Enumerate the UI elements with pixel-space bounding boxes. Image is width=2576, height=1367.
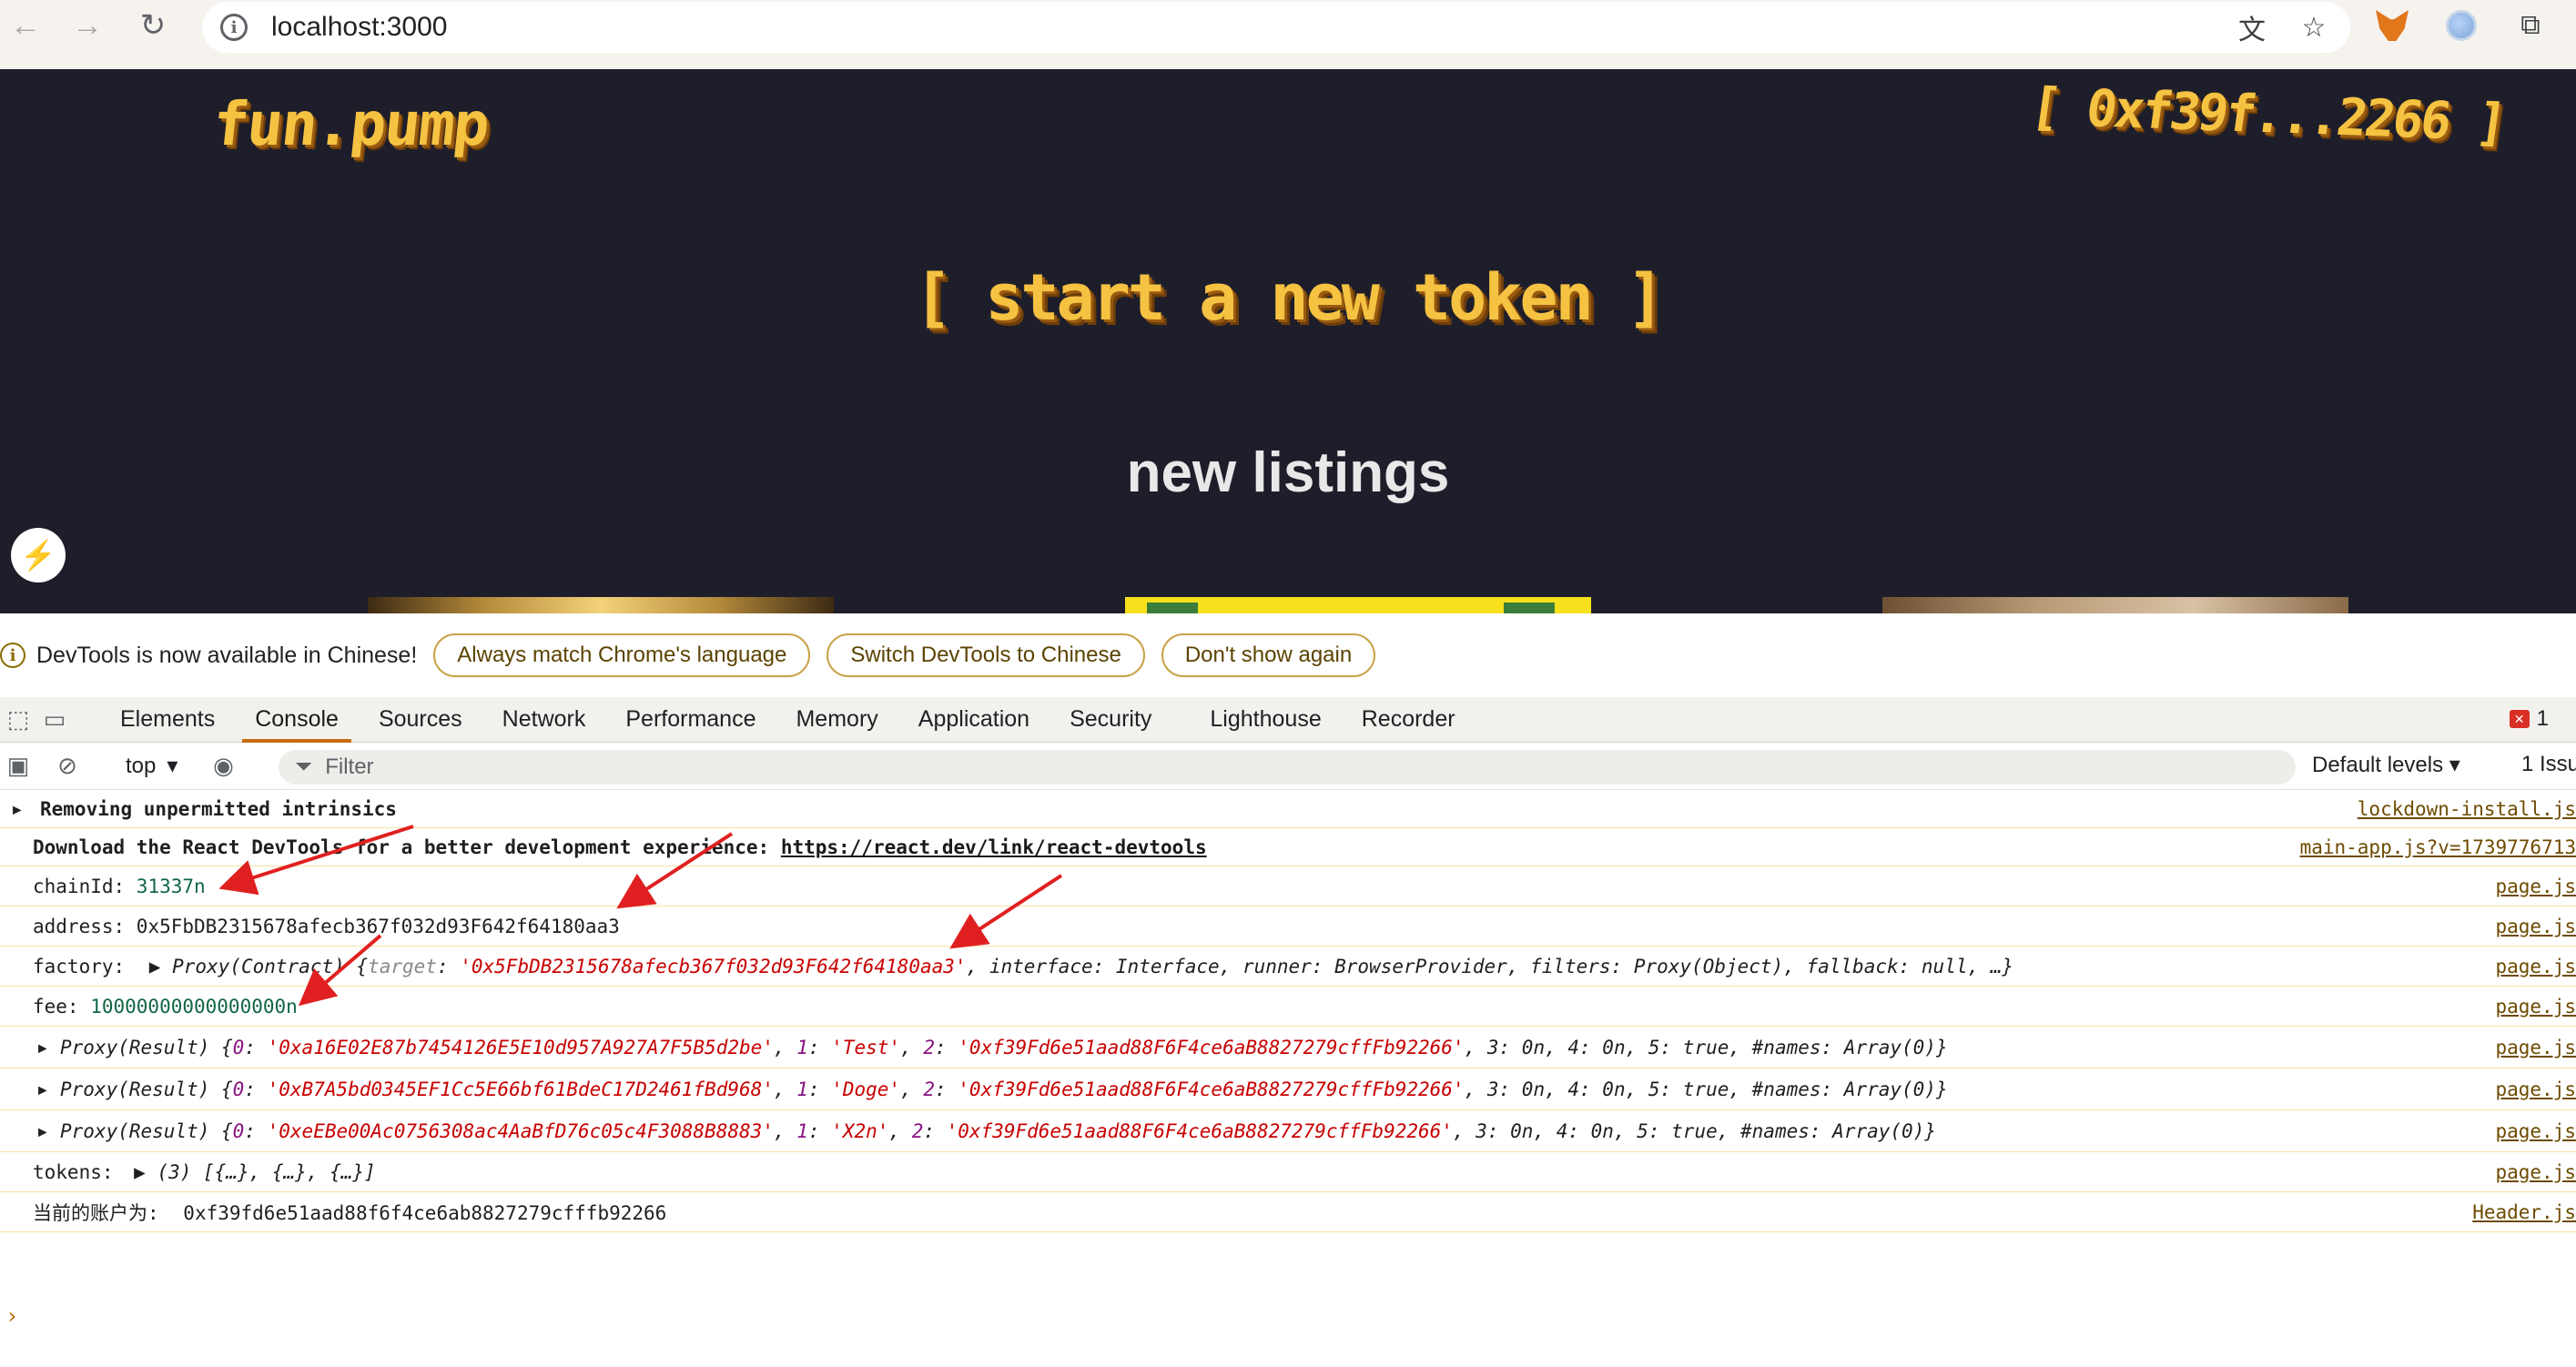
annotation-arrows [218,825,1063,1007]
annotation-arrow [949,874,1063,949]
annotation-arrow [298,934,382,1007]
annotation-arrow [218,825,414,896]
annotation-arrow [616,832,734,909]
